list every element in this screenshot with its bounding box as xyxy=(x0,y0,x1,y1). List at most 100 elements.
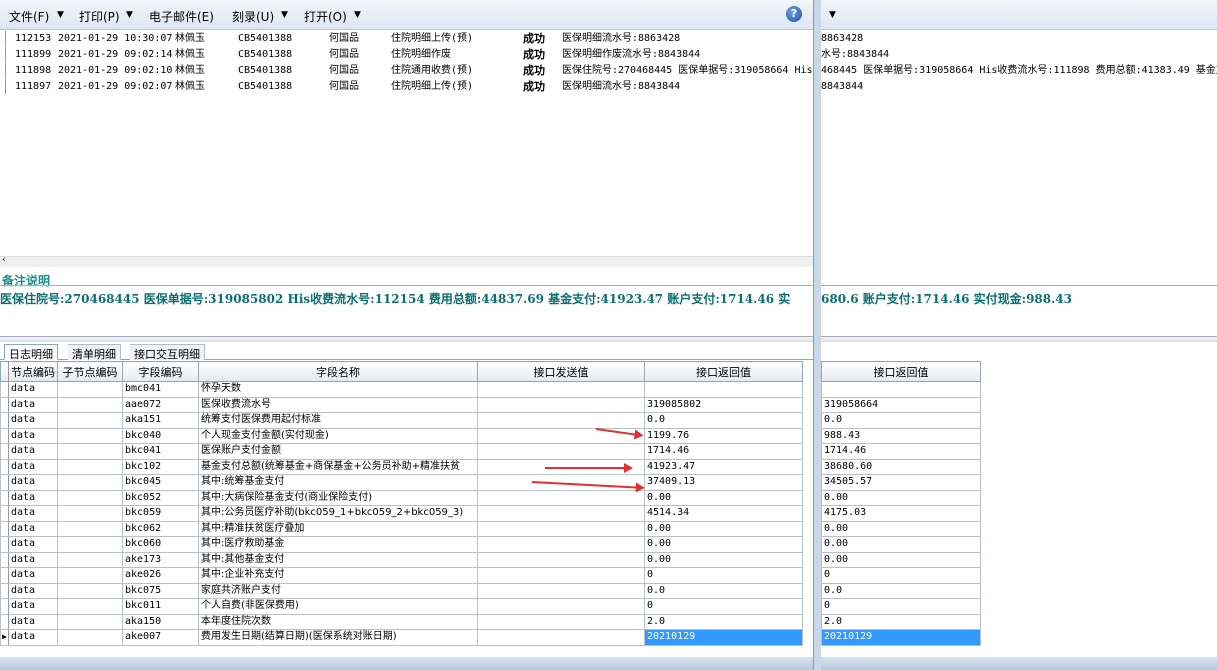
table-row[interactable]: data bkc045 其中:统筹基金支付 37409.13 xyxy=(0,474,803,491)
cell-name[interactable]: 医保收费流水号 xyxy=(198,396,478,413)
right-cell-ret[interactable] xyxy=(821,381,981,398)
row-indicator[interactable] xyxy=(0,505,9,522)
cell-ret[interactable]: 4514.34 xyxy=(644,505,803,522)
cell-node[interactable]: data xyxy=(8,629,58,646)
cell-node[interactable]: data xyxy=(8,474,58,491)
cell-ret[interactable] xyxy=(644,381,803,398)
cell-name[interactable]: 个人现金支付金额(实付现金) xyxy=(198,427,478,444)
right-table-row[interactable]: 0.00 xyxy=(821,489,981,506)
burn-dropdown-icon[interactable]: ▼ xyxy=(281,10,288,20)
row-indicator[interactable] xyxy=(0,427,9,444)
cell-node[interactable]: data xyxy=(8,396,58,413)
table-row[interactable]: data bkc052 其中:大病保险基金支付(商业保险支付) 0.00 xyxy=(0,489,803,506)
cell-sub[interactable] xyxy=(57,443,123,460)
cell-code[interactable]: bkc052 xyxy=(122,489,199,506)
tab-interface-detail[interactable]: 接口交互明细 xyxy=(130,344,205,361)
cell-ret[interactable]: 319085802 xyxy=(644,396,803,413)
log-row[interactable]: 111897 2021-01-29 09:02:07 林佩玉 CB5401388 何国品… xyxy=(0,79,813,94)
table-row[interactable]: data bkc062 其中:精准扶贫医疗叠加 0.00 xyxy=(0,520,803,537)
row-indicator[interactable] xyxy=(0,489,9,506)
right-table-row[interactable]: 0.00 xyxy=(821,536,981,553)
cell-node[interactable]: data xyxy=(8,536,58,553)
cell-sub[interactable] xyxy=(57,613,123,630)
cell-name[interactable]: 基金支付总额(统筹基金+商保基金+公务员补助+精准扶贫 xyxy=(198,458,478,475)
row-indicator[interactable] xyxy=(0,582,9,599)
right-cell-ret[interactable]: 0.00 xyxy=(821,489,981,506)
cell-name[interactable]: 其中:企业补充支付 xyxy=(198,567,478,584)
right-cell-ret[interactable]: 34505.57 xyxy=(821,474,981,491)
log-row[interactable]: 112153 2021-01-29 10:30:07 林佩玉 CB5401388 何国品… xyxy=(0,31,813,46)
cell-send[interactable] xyxy=(477,396,645,413)
cell-code[interactable]: bkc102 xyxy=(122,458,199,475)
cell-sub[interactable] xyxy=(57,381,123,398)
row-indicator[interactable] xyxy=(0,520,9,537)
cell-code[interactable]: aae072 xyxy=(122,396,199,413)
cell-code[interactable]: aka150 xyxy=(122,613,199,630)
cell-sub[interactable] xyxy=(57,505,123,522)
cell-send[interactable] xyxy=(477,567,645,584)
row-indicator[interactable] xyxy=(0,551,9,568)
cell-send[interactable] xyxy=(477,489,645,506)
right-cell-ret[interactable]: 319058664 xyxy=(821,396,981,413)
table-row[interactable]: data bkc059 其中:公务员医疗补助(bkc059_1+bkc059_2+b… xyxy=(0,505,803,522)
cell-sub[interactable] xyxy=(57,489,123,506)
cell-name[interactable]: 怀孕天数 xyxy=(198,381,478,398)
right-cell-ret[interactable]: 1714.46 xyxy=(821,443,981,460)
menu-burn[interactable]: 刻录(U) xyxy=(232,8,274,25)
table-row[interactable]: data aae072 医保收费流水号 319085802 xyxy=(0,396,803,413)
open-dropdown-icon[interactable]: ▼ xyxy=(354,10,361,20)
cell-ret[interactable]: 20210129 xyxy=(644,629,803,646)
cell-send[interactable] xyxy=(477,551,645,568)
cell-ret[interactable]: 0.00 xyxy=(644,489,803,506)
cell-ret[interactable]: 0.0 xyxy=(644,412,803,429)
cell-name[interactable]: 其中:统筹基金支付 xyxy=(198,474,478,491)
col-return-value[interactable]: 接口返回值 xyxy=(644,361,803,382)
row-indicator[interactable] xyxy=(0,567,9,584)
col-send-value[interactable]: 接口发送值 xyxy=(477,361,645,382)
cell-node[interactable]: data xyxy=(8,582,58,599)
cell-node[interactable]: data xyxy=(8,489,58,506)
right-splitter[interactable] xyxy=(821,336,1217,342)
cell-sub[interactable] xyxy=(57,474,123,491)
row-indicator[interactable]: ▶ xyxy=(0,629,9,646)
cell-ret[interactable]: 0 xyxy=(644,567,803,584)
cell-node[interactable]: data xyxy=(8,613,58,630)
right-cell-ret[interactable]: 0.00 xyxy=(821,536,981,553)
cell-sub[interactable] xyxy=(57,520,123,537)
cell-sub[interactable] xyxy=(57,582,123,599)
cell-code[interactable]: bkc011 xyxy=(122,598,199,615)
right-table-row[interactable]: 1714.46 xyxy=(821,443,981,460)
cell-code[interactable]: bkc062 xyxy=(122,520,199,537)
cell-name[interactable]: 个人自费(非医保费用) xyxy=(198,598,478,615)
right-cell-ret[interactable]: 0.0 xyxy=(821,412,981,429)
row-indicator[interactable] xyxy=(0,613,9,630)
cell-node[interactable]: data xyxy=(8,598,58,615)
right-table-row[interactable]: 988.43 xyxy=(821,427,981,444)
row-indicator[interactable] xyxy=(0,396,9,413)
cell-code[interactable]: bkc075 xyxy=(122,582,199,599)
cell-name[interactable]: 医保账户支付金额 xyxy=(198,443,478,460)
right-cell-ret[interactable]: 0 xyxy=(821,598,981,615)
cell-send[interactable] xyxy=(477,412,645,429)
cell-send[interactable] xyxy=(477,582,645,599)
cell-node[interactable]: data xyxy=(8,427,58,444)
col-sub-node-code[interactable]: 子节点编码 xyxy=(57,361,123,382)
cell-ret[interactable]: 0 xyxy=(644,598,803,615)
table-row[interactable]: data ake173 其中:其他基金支付 0.00 xyxy=(0,551,803,568)
right-table-row[interactable]: 0.0 xyxy=(821,582,981,599)
right-table-row[interactable]: 0 xyxy=(821,567,981,584)
cell-sub[interactable] xyxy=(57,567,123,584)
cell-code[interactable]: ake026 xyxy=(122,567,199,584)
cell-send[interactable] xyxy=(477,381,645,398)
cell-sub[interactable] xyxy=(57,412,123,429)
menu-print[interactable]: 打印(P) xyxy=(79,8,120,25)
help-icon[interactable]: ? xyxy=(786,6,802,22)
cell-code[interactable]: aka151 xyxy=(122,412,199,429)
print-dropdown-icon[interactable]: ▼ xyxy=(126,10,133,20)
cell-code[interactable]: bkc059 xyxy=(122,505,199,522)
cell-name[interactable]: 其中:医疗救助基金 xyxy=(198,536,478,553)
table-row[interactable]: data bkc060 其中:医疗救助基金 0.00 xyxy=(0,536,803,553)
cell-code[interactable]: bkc041 xyxy=(122,443,199,460)
cell-send[interactable] xyxy=(477,536,645,553)
row-indicator[interactable] xyxy=(0,536,9,553)
